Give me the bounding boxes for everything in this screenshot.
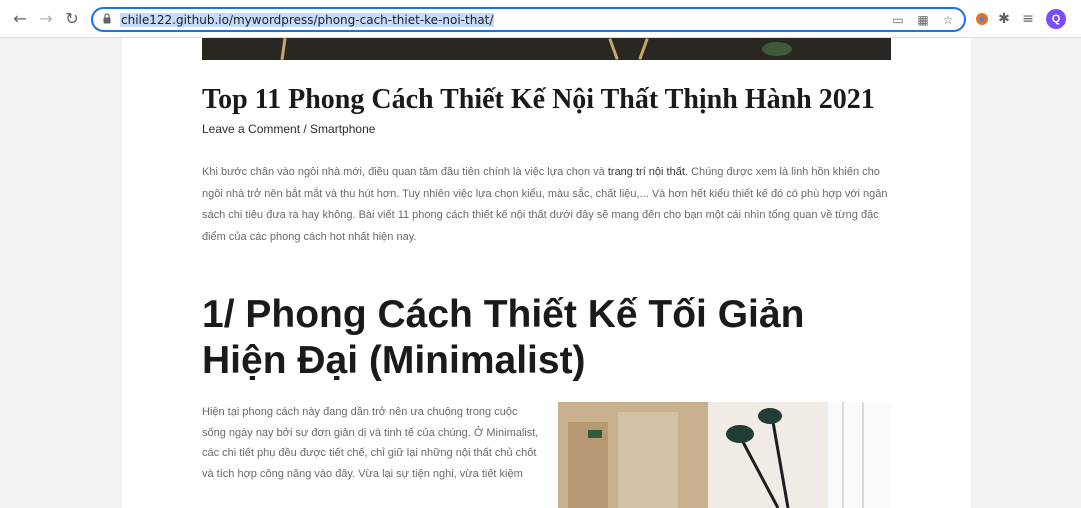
reading-list-icon[interactable]: ≡ xyxy=(1018,9,1038,29)
reload-icon[interactable]: ↻ xyxy=(62,9,82,29)
browser-toolbar: ← → ↻ chile122.github.io/mywordpress/pho… xyxy=(0,0,1081,38)
hero-image xyxy=(202,38,891,60)
article-title: Top 11 Phong Cách Thiết Kế Nội Thất Thịn… xyxy=(202,84,875,115)
puzzle-extensions-icon[interactable]: ✱ xyxy=(994,9,1014,29)
forward-arrow-icon[interactable]: → xyxy=(36,9,56,29)
cast-icon[interactable]: ▭ xyxy=(890,12,906,28)
url-text[interactable]: chile122.github.io/mywordpress/phong-cac… xyxy=(120,13,495,27)
address-bar[interactable]: chile122.github.io/mywordpress/phong-cac… xyxy=(91,7,966,32)
article-meta: Leave a Comment / Smartphone xyxy=(202,122,376,136)
article-container: Top 11 Phong Cách Thiết Kế Nội Thất Thịn… xyxy=(122,38,971,508)
profile-avatar[interactable]: Q xyxy=(1046,9,1066,29)
extension-icon[interactable] xyxy=(972,9,992,29)
bookmark-star-icon[interactable]: ☆ xyxy=(940,12,956,28)
article-intro: Khi bước chân vào ngôi nhà mới, điều qua… xyxy=(202,162,892,248)
lock-icon xyxy=(103,13,111,24)
page-viewport: Top 11 Phong Cách Thiết Kế Nội Thất Thịn… xyxy=(0,38,1081,508)
intro-text-start: Khi bước chân vào ngôi nhà mới, điều qua… xyxy=(202,166,608,178)
qr-code-icon[interactable]: ▦ xyxy=(915,12,931,28)
section-paragraph: Hiện tại phong cách này đang dần trở nên… xyxy=(202,406,539,480)
section-heading: 1/ Phong Cách Thiết Kế Tối Giản Hiện Đại… xyxy=(202,293,805,382)
back-arrow-icon[interactable]: ← xyxy=(10,9,30,29)
minimalist-interior-photo xyxy=(558,402,891,508)
intro-link[interactable]: trang trí nội thất xyxy=(608,166,685,178)
